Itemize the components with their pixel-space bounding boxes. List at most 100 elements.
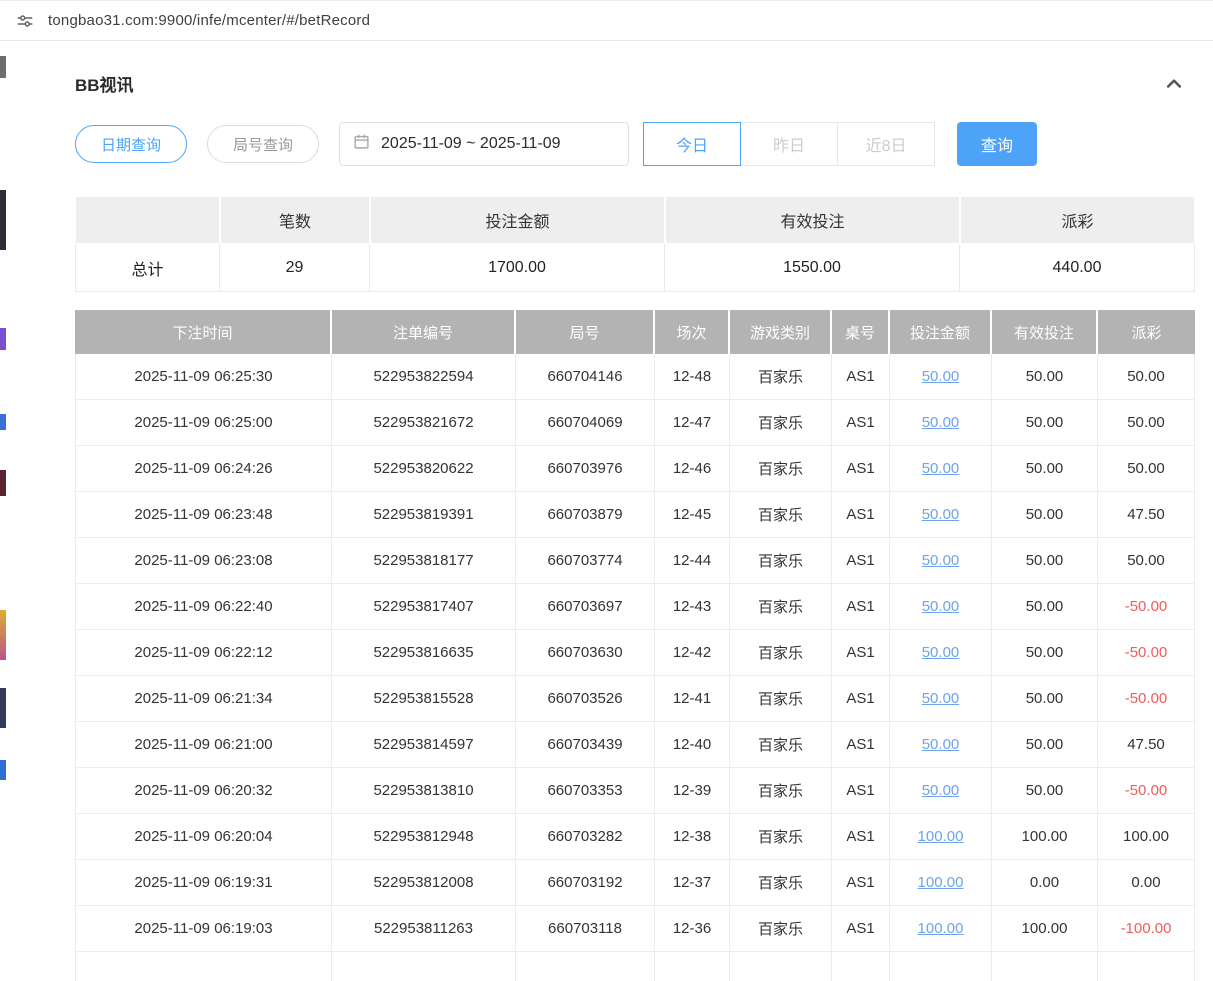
date-query-tab[interactable]: 日期查询: [75, 125, 187, 163]
header-valid-bet: 有效投注: [992, 310, 1098, 354]
cell-bet-time: [75, 952, 332, 981]
bet-record-panel: BB视讯 日期查询 局号查询 2025-11-09 ~ 2025-11-09 今…: [75, 71, 1195, 981]
site-info-icon[interactable]: [15, 11, 35, 31]
cell-session: 12-42: [655, 630, 730, 676]
cell-round-no: [516, 952, 655, 981]
cell-payout: -100.00: [1098, 906, 1195, 952]
cell-order-no: 522953821672: [332, 400, 516, 446]
cell-order-no: 522953817407: [332, 584, 516, 630]
cell-round-no: 660703439: [516, 722, 655, 768]
bet-amount-link[interactable]: 50.00: [922, 506, 960, 523]
date-range-picker[interactable]: 2025-11-09 ~ 2025-11-09: [339, 122, 629, 166]
cell-payout: 50.00: [1098, 538, 1195, 584]
bet-amount-link[interactable]: 100.00: [918, 828, 964, 845]
cell-bet-amount: 50.00: [890, 584, 992, 630]
bet-amount-link[interactable]: 50.00: [922, 414, 960, 431]
cell-round-no: 660703697: [516, 584, 655, 630]
cell-payout: 47.50: [1098, 722, 1195, 768]
cell-order-no: 522953819391: [332, 492, 516, 538]
summary-total-row: 总计 29 1700.00 1550.00 440.00: [75, 244, 1195, 292]
header-bet-time: 下注时间: [75, 310, 332, 354]
cell-session: 12-36: [655, 906, 730, 952]
table-row: 2025-11-09 06:25:30 522953822594 6607041…: [75, 354, 1195, 400]
cell-table-no: AS1: [832, 492, 890, 538]
search-button[interactable]: 查询: [957, 122, 1037, 166]
cell-game-type: 百家乐: [730, 814, 832, 860]
cell-order-no: 522953814597: [332, 722, 516, 768]
cell-table-no: AS1: [832, 814, 890, 860]
cell-round-no: 660703630: [516, 630, 655, 676]
today-button[interactable]: 今日: [643, 122, 741, 166]
cell-order-no: [332, 952, 516, 981]
cell-round-no: 660703774: [516, 538, 655, 584]
cell-round-no: 660704146: [516, 354, 655, 400]
cell-table-no: AS1: [832, 860, 890, 906]
cell-valid-bet: 50.00: [992, 584, 1098, 630]
cell-bet-time: 2025-11-09 06:25:30: [75, 354, 332, 400]
cell-order-no: 522953822594: [332, 354, 516, 400]
summary-header-payout: 派彩: [960, 196, 1195, 244]
bet-amount-link[interactable]: 50.00: [922, 782, 960, 799]
calendar-icon: [353, 133, 370, 155]
cell-round-no: 660703976: [516, 446, 655, 492]
panel-header: BB视讯: [75, 71, 1195, 96]
bet-amount-link[interactable]: 50.00: [922, 552, 960, 569]
table-row: 2025-11-09 06:20:32 522953813810 6607033…: [75, 768, 1195, 814]
cell-table-no: AS1: [832, 722, 890, 768]
cell-round-no: 660703353: [516, 768, 655, 814]
bet-amount-link[interactable]: 100.00: [918, 920, 964, 937]
bet-amount-link[interactable]: 50.00: [922, 368, 960, 385]
cell-game-type: 百家乐: [730, 722, 832, 768]
cell-game-type: 百家乐: [730, 538, 832, 584]
cell-payout: -50.00: [1098, 676, 1195, 722]
bet-amount-link[interactable]: 50.00: [922, 460, 960, 477]
cell-bet-time: 2025-11-09 06:19:31: [75, 860, 332, 906]
header-game-type: 游戏类别: [730, 310, 832, 354]
cell-payout: [1098, 952, 1195, 981]
cell-bet-amount: [890, 952, 992, 981]
yesterday-button[interactable]: 昨日: [740, 122, 838, 166]
summary-bet-amount-value: 1700.00: [370, 244, 665, 292]
cell-valid-bet: 50.00: [992, 630, 1098, 676]
summary-header-valid-bet: 有效投注: [665, 196, 960, 244]
cell-payout: 50.00: [1098, 400, 1195, 446]
cell-table-no: AS1: [832, 584, 890, 630]
cell-payout: 50.00: [1098, 354, 1195, 400]
bet-amount-link[interactable]: 100.00: [918, 874, 964, 891]
cell-round-no: 660703526: [516, 676, 655, 722]
bet-amount-link[interactable]: 50.00: [922, 598, 960, 615]
cell-game-type: [730, 952, 832, 981]
cell-valid-bet: 100.00: [992, 814, 1098, 860]
cell-game-type: 百家乐: [730, 584, 832, 630]
address-bar[interactable]: tongbao31.com:9900/infe/mcenter/#/betRec…: [0, 0, 1213, 41]
cell-payout: 47.50: [1098, 492, 1195, 538]
cell-session: 12-41: [655, 676, 730, 722]
cell-payout: 0.00: [1098, 860, 1195, 906]
cell-payout: -50.00: [1098, 584, 1195, 630]
cell-order-no: 522953813810: [332, 768, 516, 814]
table-row: 2025-11-09 06:21:34 522953815528 6607035…: [75, 676, 1195, 722]
summary-count-value: 29: [220, 244, 370, 292]
table-row: 2025-11-09 06:23:08 522953818177 6607037…: [75, 538, 1195, 584]
header-order-no: 注单编号: [332, 310, 516, 354]
cell-session: 12-37: [655, 860, 730, 906]
cell-table-no: AS1: [832, 400, 890, 446]
cell-game-type: 百家乐: [730, 446, 832, 492]
cell-game-type: 百家乐: [730, 400, 832, 446]
bet-amount-link[interactable]: 50.00: [922, 690, 960, 707]
cell-valid-bet: 50.00: [992, 446, 1098, 492]
summary-header-row: 笔数 投注金额 有效投注 派彩: [75, 196, 1195, 244]
cell-order-no: 522953820622: [332, 446, 516, 492]
cell-valid-bet: 0.00: [992, 860, 1098, 906]
cell-table-no: AS1: [832, 768, 890, 814]
last-8-days-button[interactable]: 近8日: [837, 122, 935, 166]
bet-amount-link[interactable]: 50.00: [922, 736, 960, 753]
cell-order-no: 522953818177: [332, 538, 516, 584]
left-edge-artifact: [0, 42, 6, 981]
bet-amount-link[interactable]: 50.00: [922, 644, 960, 661]
records-header-row: 下注时间 注单编号 局号 场次 游戏类别 桌号 投注金额 有效投注 派彩: [75, 310, 1195, 354]
cell-bet-time: 2025-11-09 06:23:08: [75, 538, 332, 584]
collapse-icon[interactable]: [1163, 73, 1185, 95]
round-query-tab[interactable]: 局号查询: [207, 125, 319, 163]
cell-game-type: 百家乐: [730, 906, 832, 952]
